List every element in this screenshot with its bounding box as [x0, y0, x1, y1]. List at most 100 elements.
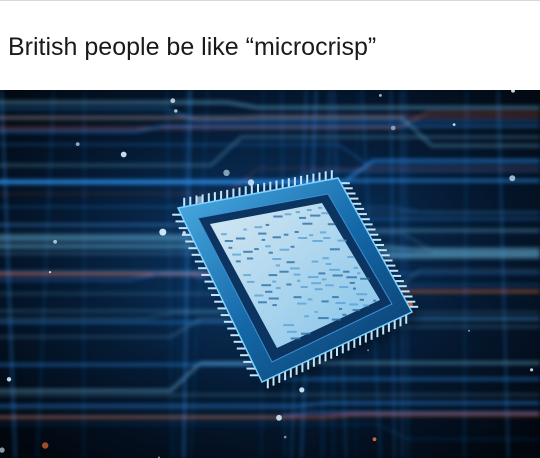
die-cell [272, 280, 277, 283]
die-cell [261, 284, 272, 287]
die-cell [254, 294, 264, 297]
die-cell [221, 233, 227, 236]
die-cell [347, 256, 355, 258]
die-cell [325, 284, 334, 287]
die-cell [322, 257, 329, 260]
die-cell [268, 297, 279, 300]
die-cell [235, 260, 241, 263]
die-cell [290, 337, 301, 340]
microchip-illustration [0, 90, 540, 458]
die-cell [321, 278, 327, 281]
die-cell [318, 272, 326, 275]
die-cell [332, 274, 343, 277]
die-cell [304, 315, 309, 318]
die-cell [254, 248, 259, 251]
die-cell [272, 258, 282, 260]
die-cell [294, 231, 299, 233]
die-cell [352, 309, 360, 312]
die-cell [353, 266, 358, 269]
die-cell [286, 283, 292, 286]
die-cell [301, 332, 311, 335]
top-divider [0, 0, 540, 1]
die-cell [299, 216, 306, 219]
die-cell [290, 245, 295, 248]
die-cell [272, 304, 277, 307]
light-spark [283, 435, 287, 439]
die-cell [338, 307, 343, 310]
die-cell [321, 300, 329, 303]
light-spark [75, 142, 80, 146]
die-cell [373, 299, 377, 302]
die-cell [247, 280, 255, 283]
light-spark [120, 151, 127, 158]
die-cell [268, 274, 278, 277]
light-spark [390, 125, 396, 131]
light-spark [53, 239, 57, 244]
light-spark [247, 179, 255, 186]
light-spark [170, 98, 176, 104]
die-cell [243, 250, 253, 253]
die-cell [283, 233, 289, 236]
light-spark [367, 349, 370, 352]
die-cell [353, 287, 356, 290]
light-spark [468, 329, 471, 332]
die-cell [300, 286, 308, 288]
die-cell [357, 272, 361, 275]
die-cell [359, 298, 364, 301]
die-cell [246, 257, 254, 260]
die-cell [318, 206, 323, 209]
die-cell [275, 264, 280, 267]
die-cell [312, 240, 323, 242]
meme-post: British people be like “microcrisp” [0, 0, 540, 458]
die-cell [327, 223, 336, 226]
die-cell [329, 268, 340, 271]
die-cell [279, 248, 290, 251]
die-cell [258, 232, 267, 235]
light-spark [379, 94, 382, 97]
die-cell [228, 246, 233, 249]
light-spark [276, 414, 282, 421]
light-spark [223, 169, 230, 176]
die-cell [314, 310, 318, 313]
die-cell [360, 277, 370, 280]
die-cell [339, 286, 349, 289]
die-cell [356, 293, 368, 296]
die-cell [314, 288, 323, 291]
die-cell [318, 317, 329, 320]
die-cell [306, 209, 312, 211]
light-spark [48, 271, 52, 274]
die-cell [232, 253, 242, 256]
die-cell [362, 304, 369, 307]
meme-caption: British people be like “microcrisp” [8, 33, 377, 61]
die-cell [307, 298, 313, 301]
light-spark [174, 109, 178, 113]
die-cell [272, 236, 281, 239]
die-cell [302, 222, 313, 225]
die-cell [293, 273, 301, 276]
die-cell [286, 261, 295, 264]
die-cell [335, 302, 346, 304]
die-cell [284, 213, 292, 216]
light-spark [42, 442, 49, 449]
die-cell [268, 251, 273, 254]
light-spark [452, 123, 456, 126]
die-cell [349, 281, 355, 284]
die-cell [293, 296, 302, 299]
die-cell [258, 301, 267, 304]
die-cell [325, 263, 332, 265]
die-cell [298, 237, 308, 239]
die-cell [346, 276, 357, 279]
light-spark [299, 387, 305, 393]
die-cell [297, 279, 301, 282]
die-cell [332, 296, 339, 299]
die-cell [265, 245, 271, 248]
die-cell [265, 290, 273, 293]
die-cell [337, 239, 347, 242]
die-cell [235, 237, 246, 240]
die-cell [342, 313, 347, 316]
die-cell [287, 330, 297, 333]
die-cell [275, 287, 281, 290]
die-cell [343, 270, 350, 273]
die-cell [311, 260, 319, 263]
die-cell [321, 212, 329, 215]
